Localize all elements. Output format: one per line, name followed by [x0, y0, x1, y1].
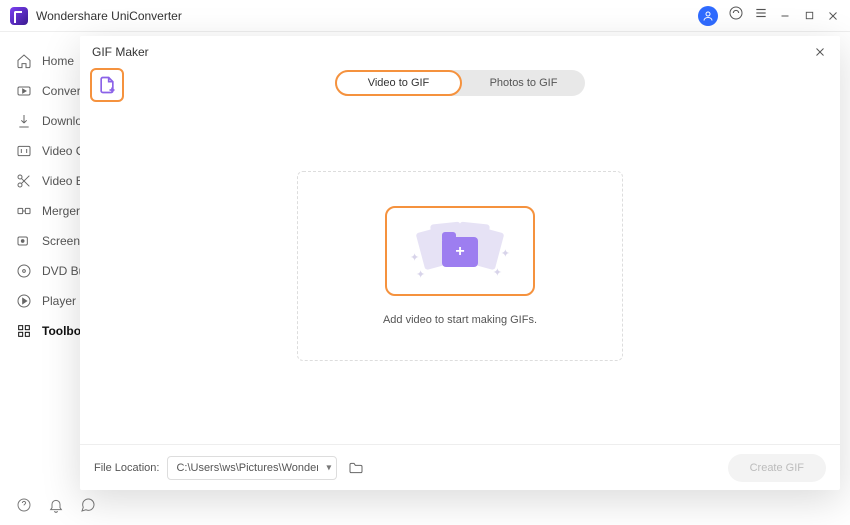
browse-folder-button[interactable]: [345, 457, 367, 479]
maximize-button[interactable]: [802, 9, 816, 23]
close-icon[interactable]: [812, 44, 828, 60]
merge-icon: [16, 203, 32, 219]
app-logo: [10, 7, 28, 25]
drop-text: Add video to start making GIFs.: [383, 314, 537, 326]
sidebar-item-label: Home: [42, 54, 74, 68]
tab-photos-to-gif[interactable]: Photos to GIF: [462, 70, 585, 96]
scissors-icon: [16, 173, 32, 189]
menu-icon[interactable]: [754, 6, 768, 25]
drop-zone[interactable]: + ✦✦✦✦ Add video to start making GIFs.: [297, 171, 623, 361]
modal-title: GIF Maker: [92, 45, 149, 59]
add-video-box[interactable]: + ✦✦✦✦: [385, 206, 535, 296]
compress-icon: [16, 143, 32, 159]
bell-icon[interactable]: [48, 497, 64, 513]
disc-icon: [16, 263, 32, 279]
title-bar: Wondershare UniConverter: [0, 0, 850, 32]
support-icon[interactable]: [728, 5, 744, 26]
grid-icon: [16, 323, 32, 339]
file-location-input[interactable]: [167, 456, 337, 480]
record-icon: [16, 233, 32, 249]
tab-label: Photos to GIF: [490, 77, 558, 89]
app-title: Wondershare UniConverter: [36, 9, 182, 23]
home-icon: [16, 53, 32, 69]
create-gif-button[interactable]: Create GIF: [728, 454, 826, 482]
play-icon: [16, 293, 32, 309]
bottom-icons: [16, 497, 96, 513]
converter-icon: [16, 83, 32, 99]
minimize-button[interactable]: [778, 9, 792, 23]
tab-group: Video to GIF Photos to GIF: [335, 70, 585, 96]
close-button[interactable]: [826, 9, 840, 23]
download-icon: [16, 113, 32, 129]
add-file-button[interactable]: [90, 68, 124, 102]
modal-footer: File Location: Create GIF: [80, 444, 840, 490]
button-label: Create GIF: [750, 462, 804, 474]
sidebar-item-label: Player: [42, 294, 76, 308]
feedback-icon[interactable]: [80, 497, 96, 513]
tab-video-to-gif[interactable]: Video to GIF: [335, 70, 462, 96]
plus-icon: +: [455, 243, 464, 261]
help-icon[interactable]: [16, 497, 32, 513]
tab-label: Video to GIF: [368, 77, 430, 89]
account-icon[interactable]: [698, 6, 718, 26]
folder-illustration: + ✦✦✦✦: [420, 221, 500, 281]
sidebar-item-label: Merger: [42, 204, 80, 218]
file-location-label: File Location:: [94, 462, 159, 474]
gif-maker-modal: GIF Maker Video to GIF Photos to GIF + ✦…: [80, 36, 840, 490]
modal-header: GIF Maker: [80, 36, 840, 68]
